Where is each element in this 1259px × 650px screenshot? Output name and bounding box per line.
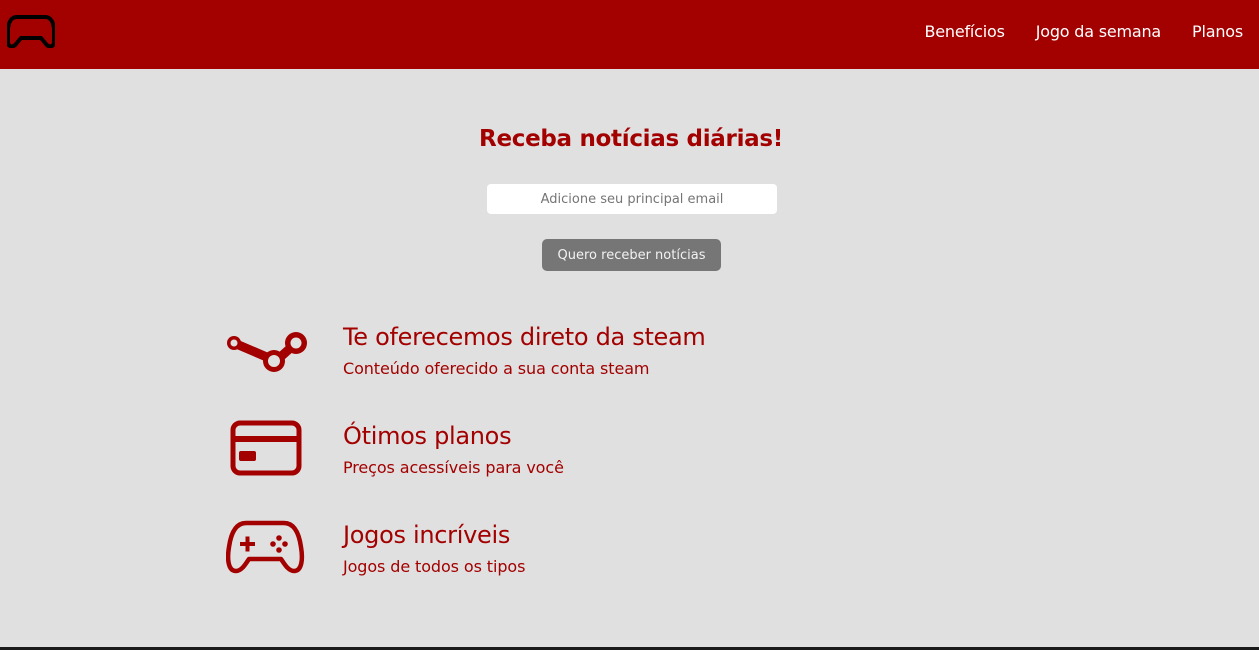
- subscribe-button[interactable]: Quero receber notícias: [542, 239, 721, 271]
- newsletter-title: Receba notícias diárias!: [479, 126, 783, 152]
- email-input[interactable]: [487, 184, 777, 214]
- feature-item-plans: Ótimos planos Preços acessíveis para voc…: [226, 420, 926, 492]
- credit-card-icon: [226, 420, 302, 480]
- feature-description: Jogos de todos os tipos: [343, 557, 526, 576]
- feature-description: Conteúdo oferecido a sua conta steam: [343, 359, 650, 378]
- main-nav: Benefícios Jogo da semana Planos: [924, 22, 1243, 41]
- nav-link-jogo-da-semana[interactable]: Jogo da semana: [1036, 22, 1162, 41]
- nav-link-beneficios[interactable]: Benefícios: [924, 22, 1004, 41]
- nav-link-planos[interactable]: Planos: [1192, 22, 1243, 41]
- gamepad-icon: [225, 520, 306, 579]
- feature-item-games: Jogos incríveis Jogos de todos os tipos: [225, 520, 926, 591]
- feature-title: Jogos incríveis: [343, 521, 511, 549]
- steam-icon: [226, 323, 308, 381]
- top-navbar: Benefícios Jogo da semana Planos: [0, 0, 1259, 69]
- feature-description: Preços acessíveis para você: [343, 458, 564, 477]
- feature-item-steam: Te oferecemos direto da steam Conteúdo o…: [226, 323, 926, 393]
- feature-title: Ótimos planos: [343, 422, 512, 450]
- feature-title: Te oferecemos direto da steam: [343, 323, 706, 351]
- gamepad-icon[interactable]: [6, 14, 56, 49]
